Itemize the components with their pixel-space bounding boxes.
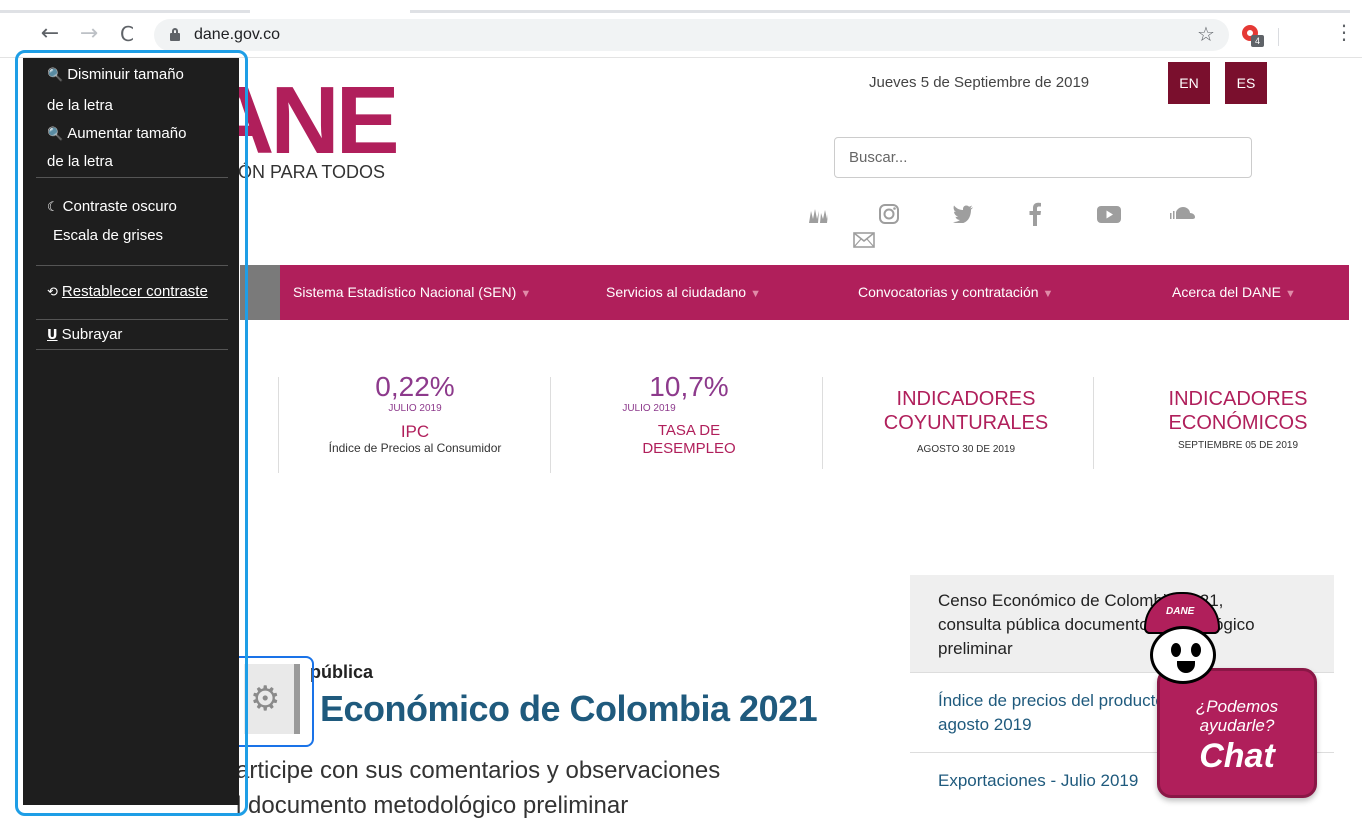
extension-badge: 4: [1251, 35, 1264, 47]
indicator-divider: [550, 377, 551, 473]
current-date: Jueves 5 de Septiembre de 2019: [869, 74, 1090, 91]
nav-item-servicios[interactable]: Servicios al ciudadano ▼: [606, 284, 761, 300]
nav-item-label: Sistema Estadístico Nacional (SEN): [293, 284, 517, 300]
indicator-title-line2: ECONÓMICOS: [1168, 412, 1308, 434]
indicator-title-line1: INDICADORES: [896, 388, 1036, 410]
search-input[interactable]: [834, 137, 1252, 178]
youtube-icon[interactable]: [1097, 206, 1121, 223]
bookmark-star-icon[interactable]: ☆: [1197, 22, 1215, 46]
twitter-icon[interactable]: [952, 205, 974, 223]
chevron-down-icon: ▼: [1042, 288, 1054, 300]
chat-question-line2: ayudarle?: [1199, 716, 1275, 735]
nav-item-convocatorias[interactable]: Convocatorias y contratación ▼: [858, 284, 1053, 300]
nav-item-label: Acerca del DANE: [1172, 284, 1281, 300]
indicator-divider: [278, 377, 279, 473]
nav-item-label: Servicios al ciudadano: [606, 284, 747, 300]
indicator-desempleo[interactable]: 10,7% JULIO 2019 TASA DE DESEMPLEO: [574, 372, 804, 458]
logo-tagline: ÓN PARA TODOS: [238, 162, 386, 182]
list-item[interactable]: Censo Económico de Colombia 2021, consul…: [910, 575, 1334, 673]
lang-en-button[interactable]: EN: [1168, 62, 1210, 104]
main-navigation: Sistema Estadístico Nacional (SEN) ▼ Serv…: [240, 265, 1349, 320]
indicator-value: 0,22%: [375, 371, 455, 402]
toolbar-separator: [1278, 28, 1279, 46]
chevron-down-icon: ▼: [520, 288, 532, 300]
sign-language-icon[interactable]: [806, 205, 830, 225]
extension-icon[interactable]: 4: [1240, 23, 1264, 47]
news-title[interactable]: Económico de Colombia 2021: [320, 688, 818, 730]
tab-underline: [0, 10, 250, 13]
nav-item-acerca[interactable]: Acerca del DANE ▼: [1172, 284, 1296, 300]
facebook-icon[interactable]: [1028, 202, 1042, 226]
chevron-down-icon: ▼: [1284, 288, 1296, 300]
tab-strip: [0, 0, 1362, 14]
chat-mascot[interactable]: DANE: [1140, 592, 1226, 692]
url-text[interactable]: dane.gov.co: [194, 26, 280, 44]
news-body: l documento metodológico preliminar: [236, 792, 629, 819]
forward-button[interactable]: →: [77, 22, 101, 46]
back-button[interactable]: ←: [38, 22, 62, 46]
lock-icon: [170, 28, 180, 41]
indicator-coyunturales[interactable]: INDICADORES COYUNTURALES AGOSTO 30 DE 20…: [846, 387, 1086, 457]
lang-es-button[interactable]: ES: [1225, 62, 1267, 104]
indicator-title: IPC: [400, 422, 430, 441]
chat-question: ¿Podemos ayudarle?: [1160, 697, 1314, 735]
indicator-date: AGOSTO 30 DE 2019: [916, 444, 1016, 455]
indicator-divider: [822, 377, 823, 469]
mascot-cap-text: DANE: [1166, 606, 1195, 617]
indicator-title-line2: DESEMPLEO: [642, 440, 736, 457]
chevron-down-icon: ▼: [750, 288, 761, 300]
indicator-value: 10,7%: [649, 371, 729, 402]
soundcloud-icon[interactable]: [1168, 206, 1196, 220]
instagram-icon[interactable]: [878, 203, 900, 225]
mascot-face: [1150, 626, 1216, 684]
list-item-text: consulta pública documento metodológico: [938, 615, 1255, 634]
highlight-outline: [15, 50, 248, 816]
reload-button[interactable]: C: [115, 22, 139, 46]
indicator-subtitle: Índice de Precios al Consumidor: [328, 441, 502, 455]
address-bar[interactable]: dane.gov.co ☆: [154, 19, 1229, 51]
list-item-text: preliminar: [938, 639, 1013, 658]
news-body: articipe con sus comentarios y observaci…: [236, 757, 721, 784]
news-kicker: pública: [310, 662, 374, 682]
browser-menu-icon[interactable]: ⋮: [1334, 20, 1354, 44]
indicator-title-line2: COYUNTURALES: [883, 412, 1049, 434]
nav-item-label: Convocatorias y contratación: [858, 284, 1039, 300]
chat-question-line1: ¿Podemos: [1195, 697, 1279, 716]
indicator-economicos[interactable]: INDICADORES ECONÓMICOS SEPTIEMBRE 05 DE …: [1118, 387, 1358, 453]
email-icon[interactable]: [853, 232, 875, 248]
indicator-date: SEPTIEMBRE 05 DE 2019: [1177, 440, 1299, 451]
tab-underline: [410, 10, 1350, 13]
indicator-date: JULIO 2019: [622, 403, 676, 414]
nav-item-sen[interactable]: Sistema Estadístico Nacional (SEN) ▼: [293, 284, 531, 300]
indicator-divider: [1093, 377, 1094, 469]
indicator-title-line1: INDICADORES: [1168, 388, 1308, 410]
list-item-text: Censo Económico de Colombia 2021,: [938, 591, 1224, 610]
chat-label: Chat: [1199, 737, 1275, 775]
indicator-title-line1: TASA DE: [657, 422, 721, 439]
